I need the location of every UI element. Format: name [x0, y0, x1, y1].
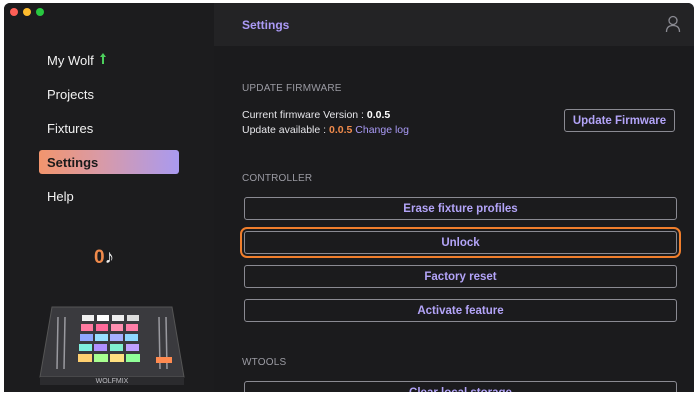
- activate-feature-button[interactable]: Activate feature: [244, 299, 677, 322]
- music-counter: 0♪: [94, 247, 114, 269]
- sidebar-item-label: My Wolf: [47, 52, 94, 68]
- unlock-button[interactable]: Unlock: [240, 227, 681, 258]
- sidebar: My Wolf Projects Fixtures Settings Help …: [4, 3, 214, 392]
- sidebar-item-my-wolf[interactable]: My Wolf: [39, 48, 179, 72]
- update-available-label: Update available :: [242, 124, 329, 136]
- current-firmware-version: 0.0.5: [366, 109, 391, 121]
- sidebar-item-label: Help: [47, 188, 74, 204]
- sidebar-item-help[interactable]: Help: [39, 184, 179, 208]
- minimize-window-button[interactable]: [23, 8, 31, 16]
- window-controls: [10, 8, 44, 16]
- wolfmix-device-image: WOLFMIX: [39, 306, 185, 385]
- sidebar-item-fixtures[interactable]: Fixtures: [39, 116, 179, 140]
- available-version: 0.0.5: [328, 124, 353, 136]
- controller-section-title: CONTROLLER: [242, 173, 313, 184]
- erase-fixture-profiles-button[interactable]: Erase fixture profiles: [244, 197, 677, 220]
- zoom-window-button[interactable]: [36, 8, 44, 16]
- sidebar-item-projects[interactable]: Projects: [39, 82, 179, 106]
- music-note-icon: ♪: [104, 247, 115, 268]
- settings-content: UPDATE FIRMWARE Current firmware Version…: [214, 46, 694, 392]
- update-firmware-button[interactable]: Update Firmware: [564, 109, 675, 132]
- changelog-link[interactable]: Change log: [355, 124, 409, 136]
- connected-leaf-icon: [99, 53, 107, 67]
- device-brand-label: WOLFMIX: [96, 378, 129, 385]
- wtools-section-title: WTOOLS: [242, 357, 287, 368]
- sidebar-item-label: Fixtures: [47, 120, 94, 136]
- page-title: Settings: [242, 17, 290, 32]
- factory-reset-button[interactable]: Factory reset: [244, 265, 677, 288]
- sidebar-item-label: Projects: [47, 86, 94, 102]
- sidebar-item-label: Settings: [47, 154, 99, 170]
- current-firmware-line: Current firmware Version : 0.0.5: [242, 109, 390, 121]
- header-bar: Settings: [214, 3, 694, 46]
- close-window-button[interactable]: [10, 8, 18, 16]
- app-window: My Wolf Projects Fixtures Settings Help …: [4, 3, 694, 392]
- user-icon[interactable]: [665, 15, 681, 33]
- current-firmware-label: Current firmware Version :: [242, 109, 367, 121]
- counter-value: 0: [94, 247, 105, 268]
- clear-local-storage-button[interactable]: Clear local storage: [244, 381, 677, 392]
- firmware-section-title: UPDATE FIRMWARE: [242, 83, 342, 94]
- sidebar-item-settings[interactable]: Settings: [39, 150, 179, 174]
- update-available-line: Update available : 0.0.5 Change log: [242, 124, 409, 136]
